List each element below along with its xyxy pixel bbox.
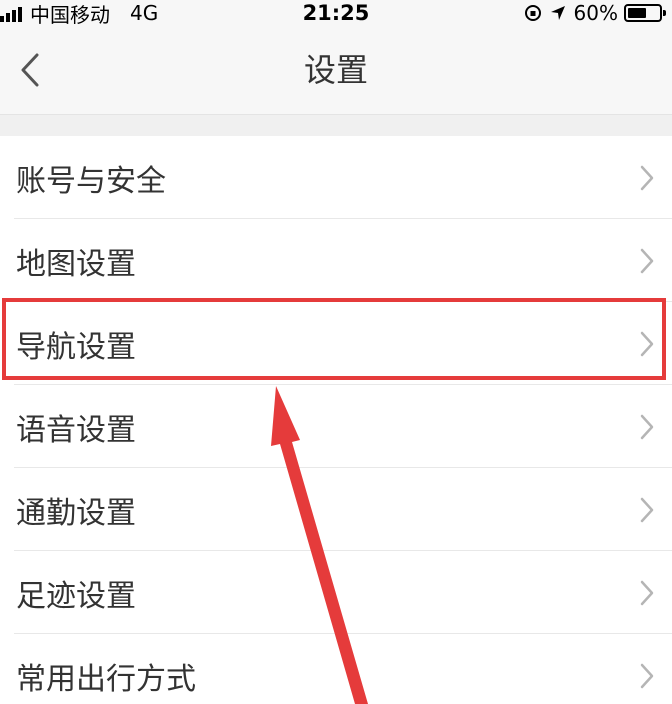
chevron-right-icon — [640, 414, 654, 439]
settings-item-label: 语音设置 — [16, 412, 136, 448]
status-bar: 中国移动 4G 21:25 60% — [0, 0, 672, 27]
settings-item-account-security[interactable]: 账号与安全 — [0, 136, 672, 219]
chevron-right-icon — [640, 663, 654, 688]
orientation-lock-icon — [524, 5, 541, 21]
status-right: 60% — [524, 0, 666, 26]
battery-percent: 60% — [573, 1, 618, 25]
settings-item-voice[interactable]: 语音设置 — [0, 385, 672, 468]
chevron-right-icon — [640, 331, 654, 356]
settings-item-label: 账号与安全 — [16, 163, 166, 199]
chevron-left-icon — [21, 53, 39, 87]
settings-item-label: 通勤设置 — [16, 495, 136, 531]
settings-item-commute[interactable]: 通勤设置 — [0, 468, 672, 551]
settings-item-label: 地图设置 — [16, 246, 136, 282]
settings-item-label: 导航设置 — [16, 329, 136, 365]
battery-icon — [624, 4, 666, 22]
battery-tip — [663, 10, 666, 16]
chevron-right-icon — [640, 248, 654, 273]
back-button[interactable] — [0, 26, 60, 114]
page-title: 设置 — [303, 51, 368, 89]
settings-screen: 中国移动 4G 21:25 60% 设置 账号与安全 地图设置 导航设置 语音设… — [0, 0, 672, 704]
location-arrow-icon — [550, 6, 565, 20]
settings-item-map[interactable]: 地图设置 — [0, 219, 672, 302]
settings-item-travel-mode[interactable]: 常用出行方式 — [0, 634, 672, 704]
chevron-right-icon — [640, 580, 654, 605]
settings-item-label: 足迹设置 — [16, 578, 136, 614]
section-separator — [0, 114, 672, 136]
settings-item-label: 常用出行方式 — [16, 661, 196, 697]
navigation-bar: 设置 — [0, 26, 672, 114]
chevron-right-icon — [640, 165, 654, 190]
settings-item-footprint[interactable]: 足迹设置 — [0, 551, 672, 634]
chevron-right-icon — [640, 497, 654, 522]
settings-list: 账号与安全 地图设置 导航设置 语音设置 通勤设置 足迹设置 常用出行方式 — [0, 136, 672, 704]
battery-fill — [628, 8, 646, 18]
settings-item-navigation[interactable]: 导航设置 — [0, 302, 672, 385]
